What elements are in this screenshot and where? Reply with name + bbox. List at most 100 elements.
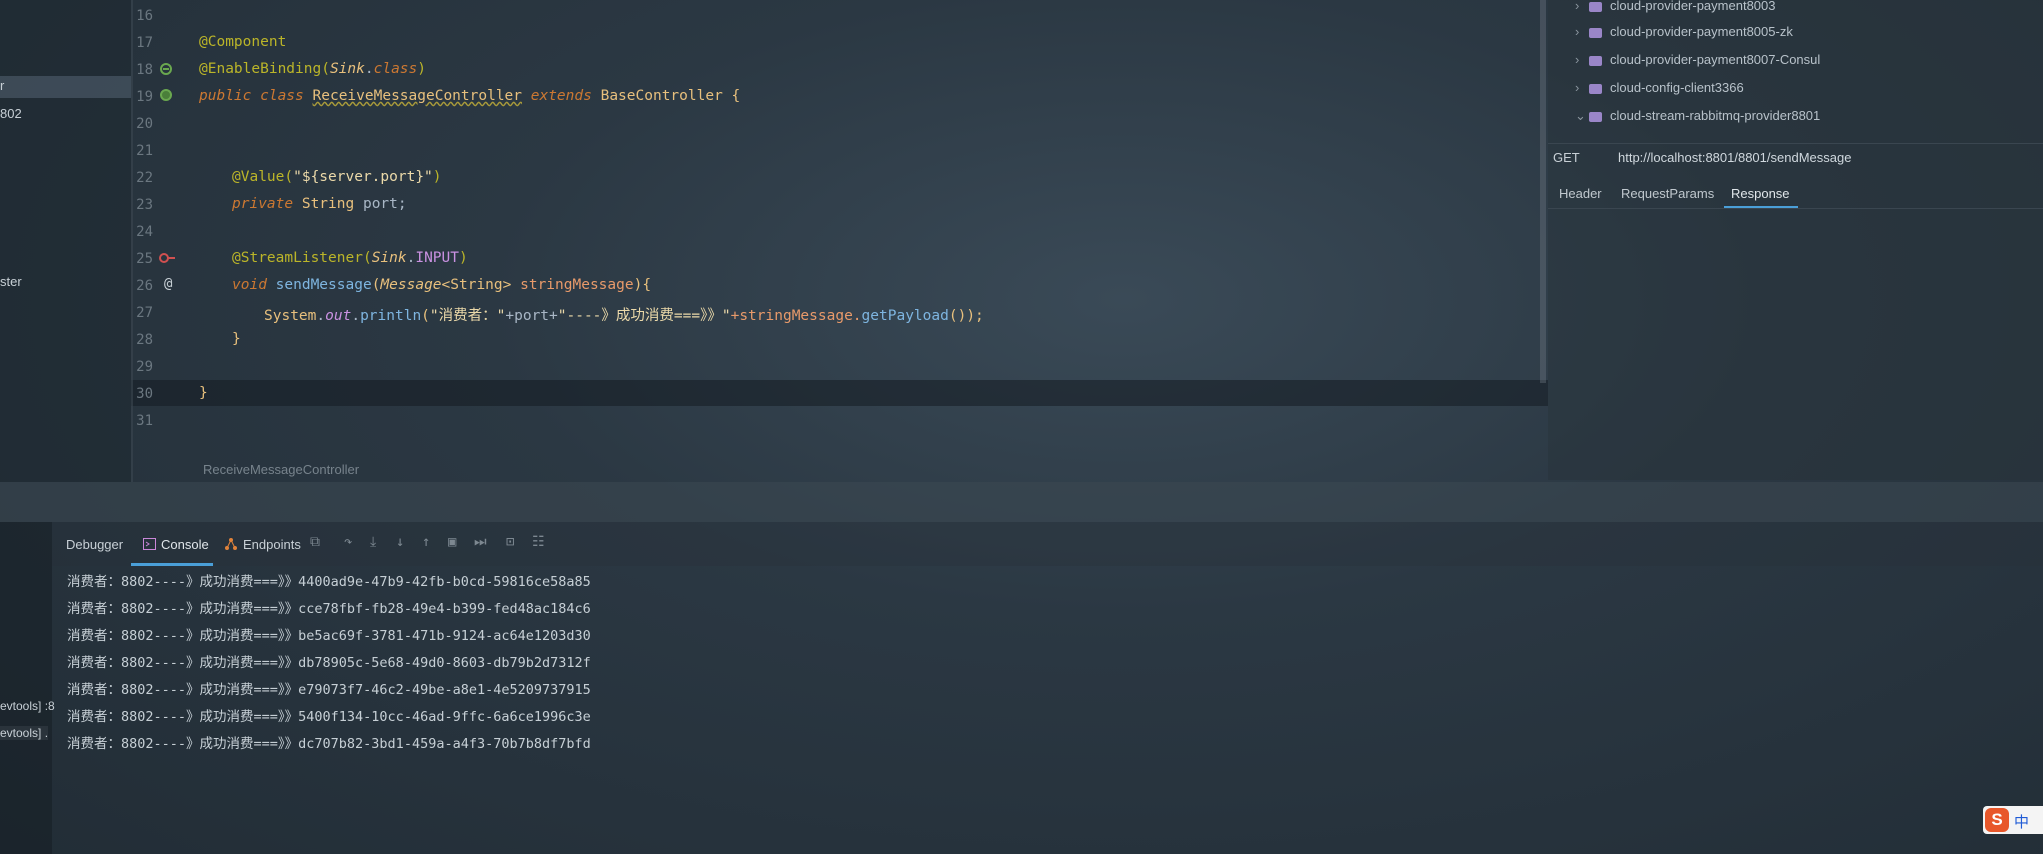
code-line-22[interactable]: @Value("${server.port}") — [232, 169, 442, 185]
rest-client-panel — [1548, 0, 2043, 480]
tree-item-label: cloud-provider-payment8005-zk — [1610, 24, 1793, 39]
code-line-25[interactable]: @StreamListener(Sink.INPUT) — [232, 250, 468, 266]
line-number: 25 — [136, 251, 153, 267]
at-annotation-icon[interactable]: @ — [164, 276, 172, 292]
punct: ) — [417, 61, 426, 77]
keyword: public class — [199, 88, 313, 104]
listener-method-icon[interactable] — [158, 251, 176, 265]
brace: { — [722, 88, 741, 104]
spring-bean-icon[interactable] — [158, 88, 174, 102]
class-ref: Sink — [371, 250, 407, 266]
force-step-into-icon[interactable]: ↓ — [396, 534, 404, 550]
sogou-logo-icon: S — [1985, 808, 2009, 832]
code-line-28[interactable]: } — [232, 331, 241, 347]
line-number: 24 — [136, 224, 153, 240]
chevron-down-icon[interactable]: ⌄ — [1575, 108, 1589, 124]
keyword: private — [232, 196, 302, 212]
punct: . — [351, 308, 361, 324]
method-name: getPayload — [861, 308, 949, 324]
step-over-icon[interactable]: ↷ — [344, 534, 352, 550]
console-line: 消费者：8802----》成功消费===》》5400f134-10cc-46ad… — [67, 709, 591, 725]
code-line-30[interactable]: } — [199, 385, 208, 401]
ime-mode-label[interactable]: 中 — [2014, 811, 2029, 832]
step-into-icon[interactable]: ⤓ — [370, 534, 376, 550]
tab-console[interactable]: Console — [161, 537, 209, 552]
tab-debugger[interactable]: Debugger — [66, 537, 123, 552]
line-number: 26 — [136, 278, 153, 294]
tree-item-module[interactable]: › cloud-provider-payment8005-zk — [1575, 24, 1793, 39]
restore-layout-icon[interactable]: ⧉ — [310, 534, 320, 550]
left-log-fragment: evtools] :8 — [0, 699, 55, 713]
editor-breadcrumb[interactable]: ReceiveMessageController — [203, 462, 359, 477]
code-line-23[interactable]: private String port; — [232, 196, 407, 212]
punct: ()); — [948, 308, 984, 324]
settings-icon[interactable]: ☷ — [532, 534, 545, 550]
tree-item-module[interactable]: › cloud-provider-payment8003 — [1575, 0, 1775, 13]
project-item-partial[interactable]: r — [0, 78, 4, 93]
class-ref: BaseController — [600, 88, 723, 104]
string-literal: "----》成功消费===》》" — [557, 308, 731, 324]
chevron-right-icon[interactable]: › — [1575, 80, 1589, 95]
keyword: extends — [522, 88, 601, 104]
code-line-17[interactable]: @Component — [199, 34, 286, 50]
code-line-18[interactable]: @EnableBinding(Sink.class) — [199, 61, 426, 77]
line-number: 21 — [136, 143, 153, 159]
line-number: 22 — [136, 170, 153, 186]
tab-response[interactable]: Response — [1731, 186, 1790, 201]
line-number: 31 — [136, 413, 153, 429]
punct: ) — [459, 250, 468, 266]
code-line-19[interactable]: public class ReceiveMessageController ex… — [199, 88, 740, 104]
tree-item-module[interactable]: › cloud-provider-payment8007-Consul — [1575, 52, 1820, 67]
evaluate-icon[interactable]: ▣ — [448, 534, 456, 550]
param-name: stringMessage — [511, 277, 634, 293]
endpoints-icon — [225, 538, 237, 550]
tab-endpoints[interactable]: Endpoints — [243, 537, 301, 552]
tree-item-module[interactable]: ⌄ cloud-stream-rabbitmq-provider8801 — [1575, 108, 1820, 124]
panel-splitter[interactable] — [0, 482, 2043, 522]
tree-item-module[interactable]: › cloud-config-client3366 — [1575, 80, 1744, 95]
string-literal: "${server.port}" — [293, 169, 433, 185]
field-ref: out — [325, 308, 352, 324]
chevron-right-icon[interactable]: › — [1575, 0, 1589, 13]
module-folder-icon — [1589, 83, 1602, 94]
variable: port; — [354, 196, 407, 212]
spring-bean-icon[interactable] — [158, 62, 174, 76]
line-number: 17 — [136, 35, 153, 51]
step-out-icon[interactable]: ↑ — [422, 534, 430, 550]
tab-header[interactable]: Header — [1559, 186, 1602, 201]
punct: ){ — [633, 277, 652, 293]
expr: +port+ — [505, 308, 558, 324]
code-line-26[interactable]: void sendMessage(Message<String> stringM… — [232, 277, 651, 293]
line-number: 29 — [136, 359, 153, 375]
punct: ) — [432, 169, 442, 185]
class-ref: Sink — [329, 61, 365, 77]
field-ref: INPUT — [415, 250, 459, 266]
line-number: 20 — [136, 116, 153, 132]
punct: . — [364, 61, 374, 77]
keyword: void — [232, 277, 276, 293]
class-name: ReceiveMessageController — [312, 88, 523, 104]
active-tab-indicator — [131, 563, 213, 566]
project-item-partial[interactable]: 802 — [0, 106, 22, 121]
class-ref: System — [264, 308, 317, 324]
chevron-right-icon[interactable]: › — [1575, 24, 1589, 39]
line-number: 23 — [136, 197, 153, 213]
punct: ( — [421, 308, 430, 324]
project-panel-strip — [0, 0, 131, 482]
run-to-cursor-icon[interactable]: ⏭ — [474, 534, 487, 550]
code-line-27[interactable]: System.out.println("消费者："+port+"----》成功消… — [264, 304, 984, 325]
annotation-text: @StreamListener( — [232, 250, 372, 266]
project-selected-row[interactable] — [0, 76, 131, 98]
line-number: 27 — [136, 305, 153, 321]
editor-scrollbar[interactable] — [1540, 0, 1546, 383]
chevron-right-icon[interactable]: › — [1575, 52, 1589, 67]
console-view-icon[interactable]: ⊡ — [506, 534, 514, 550]
request-method[interactable]: GET — [1553, 150, 1580, 165]
project-item-partial[interactable]: ster — [0, 274, 22, 289]
request-url-input[interactable]: http://localhost:8801/8801/sendMessage — [1618, 150, 1851, 165]
tab-request-params[interactable]: RequestParams — [1621, 186, 1714, 201]
generic-type: <String> — [441, 277, 512, 293]
line-number: 18 — [136, 62, 153, 78]
punct: . — [316, 308, 326, 324]
tree-item-label: cloud-config-client3366 — [1610, 80, 1744, 95]
